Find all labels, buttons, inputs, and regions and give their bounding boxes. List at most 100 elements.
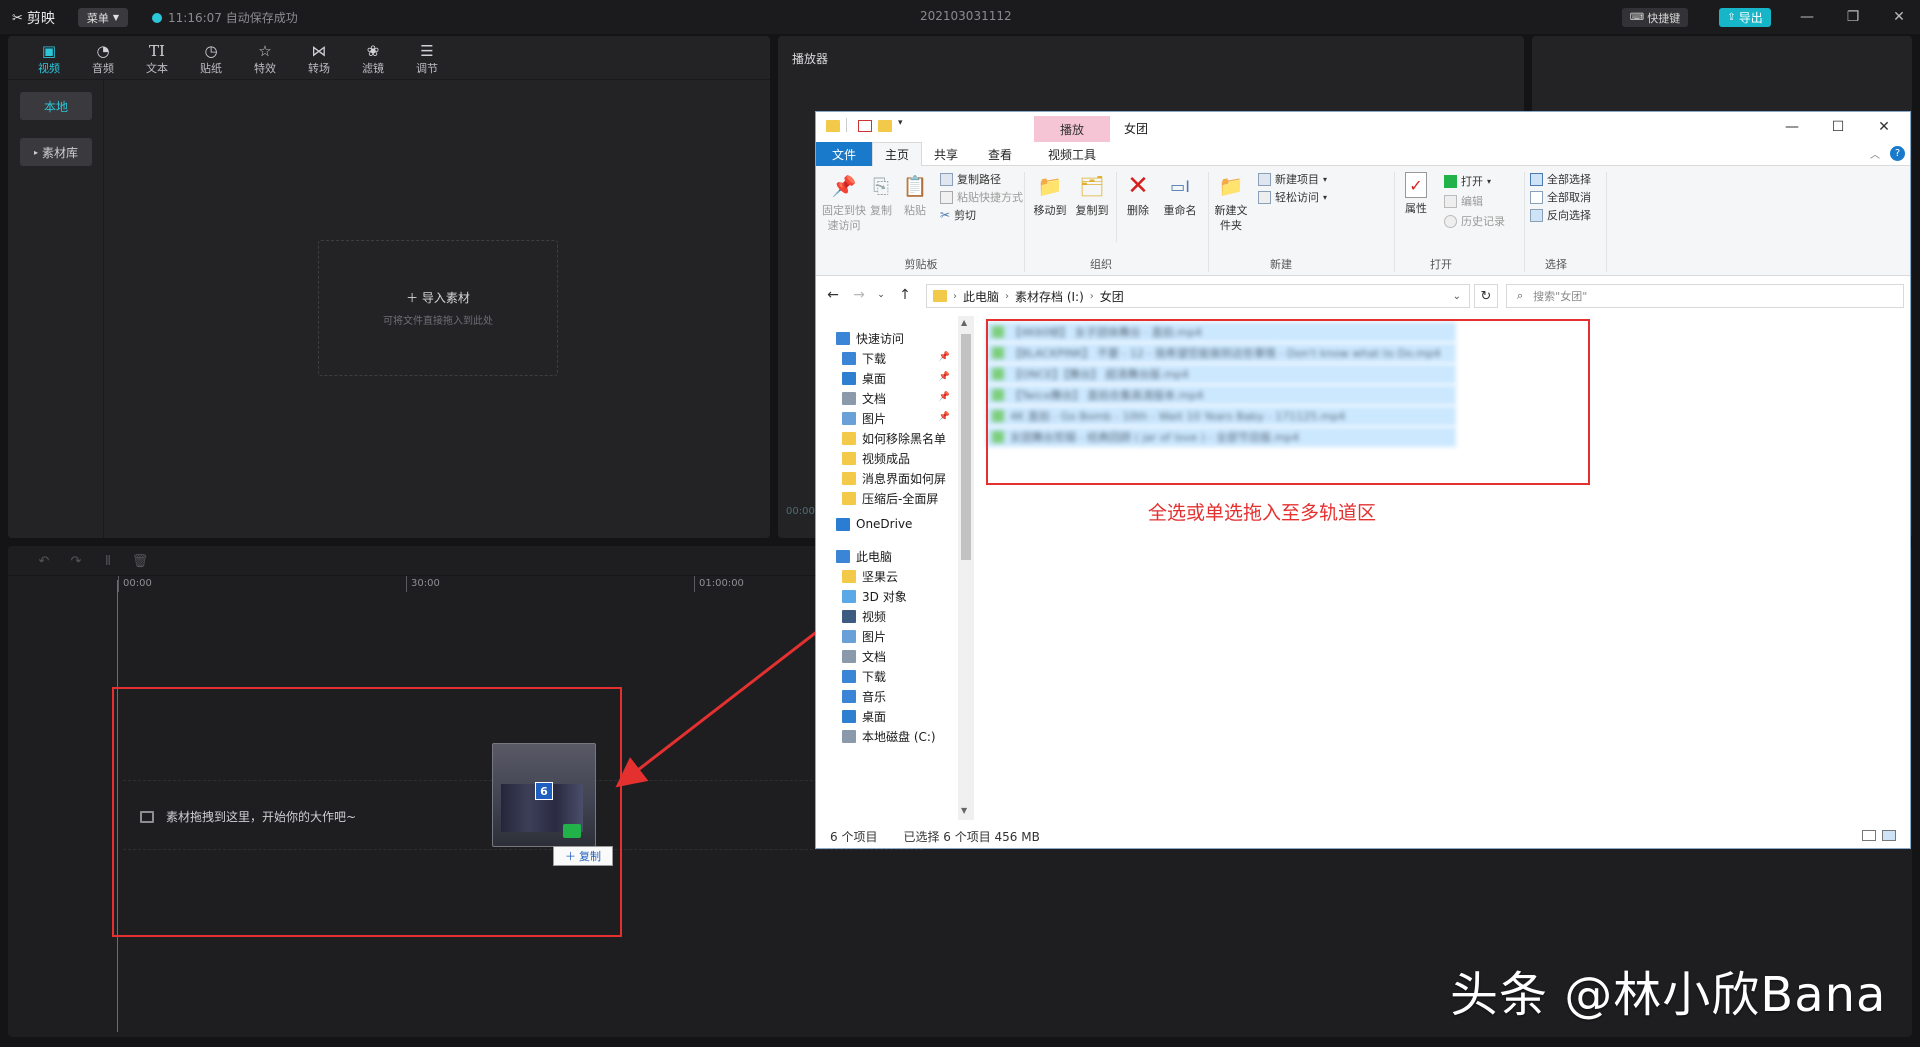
breadcrumb-item[interactable]: 女团 — [1100, 288, 1124, 305]
document-icon — [842, 649, 856, 663]
tab-video-tools[interactable]: 视频工具 — [1034, 142, 1110, 166]
up-icon[interactable]: ↑ — [896, 286, 914, 304]
sidebar-item-7[interactable]: 消息界面如何屏 — [842, 468, 950, 488]
details-view-icon[interactable] — [1862, 830, 1876, 841]
delete-button[interactable]: ✕ 删除 — [1120, 172, 1156, 218]
sidebar-item-17[interactable]: 音乐 — [842, 686, 950, 706]
chevron-right-icon: › — [1089, 290, 1094, 302]
edit-button[interactable]: 编辑 — [1444, 192, 1483, 210]
sidebar-item-14[interactable]: 图片 — [842, 626, 950, 646]
invert-selection-button[interactable]: 反向选择 — [1530, 206, 1591, 224]
sidebar-item-18[interactable]: 桌面 — [842, 706, 950, 726]
paste-icon: 📋 — [902, 173, 928, 198]
new-folder-button[interactable]: 📁 新建文件夹 — [1212, 172, 1250, 233]
delete-label: 删除 — [1127, 204, 1149, 217]
cube-icon — [842, 589, 856, 603]
folder-icon — [842, 569, 856, 583]
pin-quick-access-button[interactable]: 📌 固定到快速访问 — [822, 172, 866, 233]
select-none-button[interactable]: 全部取消 — [1530, 188, 1591, 206]
copy-path-label: 复制路径 — [957, 173, 1001, 186]
sidebar-item-label: 桌面 — [862, 709, 887, 724]
open-label: 打开 — [1461, 175, 1483, 188]
breadcrumb-item[interactable]: 此电脑 — [963, 288, 999, 305]
paste-shortcut-icon — [940, 190, 953, 204]
paste-shortcut-button[interactable]: 粘贴快捷方式 — [940, 188, 1023, 206]
sidebar-item-15[interactable]: 文档 — [842, 646, 950, 666]
sidebar-item-10[interactable]: 此电脑 — [836, 546, 944, 566]
copy-to-icon: 🗂 — [1079, 173, 1105, 198]
scroll-up-icon[interactable]: ▲ — [961, 318, 967, 327]
new-item-label: 新建项目 — [1275, 173, 1319, 186]
refresh-button[interactable]: ↻ — [1474, 284, 1498, 308]
forward-icon[interactable]: → — [850, 286, 868, 304]
sidebar-item-6[interactable]: 视频成品 — [842, 448, 950, 468]
back-icon[interactable]: ← — [824, 286, 842, 304]
sidebar-item-3[interactable]: 文档 📌 — [842, 388, 950, 408]
new-item-button[interactable]: 新建项目 ▾ — [1258, 170, 1327, 188]
maximize-icon[interactable]: ☐ — [1826, 116, 1850, 138]
sidebar-item-2[interactable]: 桌面 📌 — [842, 368, 950, 388]
sidebar-item-19[interactable]: 本地磁盘 (C:) — [842, 726, 950, 746]
new-folder-icon: 📁 — [1218, 173, 1244, 198]
history-label: 历史记录 — [1461, 215, 1505, 228]
chevron-down-icon: ▾ — [1323, 174, 1328, 184]
sidebar-item-16[interactable]: 下载 — [842, 666, 950, 686]
help-icon[interactable]: ? — [1890, 146, 1905, 161]
copy-path-button[interactable]: 复制路径 — [940, 170, 1001, 188]
context-tab-play[interactable]: 播放 — [1034, 116, 1110, 142]
chevron-down-icon[interactable]: ▾ — [898, 118, 903, 128]
paste-button[interactable]: 📋 粘贴 — [900, 172, 930, 218]
sidebar-item-5[interactable]: 如何移除黑名单 — [842, 428, 950, 448]
sidebar-item-label: 此电脑 — [856, 549, 893, 564]
select-all-button[interactable]: 全部选择 — [1530, 170, 1591, 188]
sidebar-item-12[interactable]: 3D 对象 — [842, 586, 950, 606]
history-button[interactable]: 历史记录 — [1444, 212, 1505, 230]
sidebar-item-8[interactable]: 压缩后-全面屏 — [842, 488, 950, 508]
close-icon[interactable]: ✕ — [1872, 116, 1896, 138]
copy-button[interactable]: ⎘ 复制 — [866, 172, 896, 218]
nav-scrollbar[interactable]: ▲ ▼ — [958, 316, 974, 820]
sidebar-item-9[interactable]: OneDrive — [836, 514, 944, 534]
tab-share[interactable]: 共享 — [922, 142, 970, 166]
copy-to-button[interactable]: 🗂 复制到 — [1070, 172, 1114, 218]
sidebar-item-label: 桌面 — [862, 371, 887, 386]
sidebar-item-4[interactable]: 图片 📌 — [842, 408, 950, 428]
sidebar-item-11[interactable]: 坚果云 — [842, 566, 950, 586]
annotation-caption: 全选或单选拖入至多轨道区 — [1148, 502, 1377, 524]
new-folder-quick-icon[interactable] — [878, 120, 892, 132]
chevron-down-icon[interactable]: ⌄ — [1453, 291, 1461, 302]
minimize-icon[interactable]: — — [1780, 116, 1804, 138]
cut-button[interactable]: ✂ 剪切 — [940, 206, 976, 224]
tab-view[interactable]: 查看 — [976, 142, 1024, 166]
ribbon-separator — [1524, 172, 1525, 272]
collapse-ribbon-icon[interactable]: ︿ — [1870, 146, 1880, 161]
delete-x-icon: ✕ — [1127, 170, 1149, 201]
move-to-button[interactable]: 📁 移动到 — [1028, 172, 1072, 218]
open-button[interactable]: 打开 ▾ — [1444, 172, 1491, 190]
scroll-down-icon[interactable]: ▼ — [961, 806, 967, 815]
address-row: ← → ⌄ ↑ › 此电脑 › 素材存档 (I:) › 女团 ⌄ ↻ ⌕ 搜索"… — [816, 276, 1910, 314]
large-icons-view-icon[interactable] — [1882, 830, 1896, 841]
scrollbar-thumb[interactable] — [961, 334, 971, 560]
address-bar[interactable]: › 此电脑 › 素材存档 (I:) › 女团 ⌄ — [926, 284, 1470, 308]
breadcrumb-item[interactable]: 素材存档 (I:) — [1015, 288, 1084, 305]
properties-icon: ✓ — [1405, 172, 1427, 198]
ribbon-separator — [1024, 172, 1025, 272]
tab-home[interactable]: 主页 — [872, 142, 923, 166]
sidebar-item-label: 下载 — [862, 351, 887, 366]
sidebar-item-1[interactable]: 下载 📌 — [842, 348, 950, 368]
sidebar-item-label: 视频成品 — [862, 451, 911, 466]
invert-selection-label: 反向选择 — [1547, 209, 1591, 222]
search-input[interactable]: ⌕ 搜索"女团" — [1506, 284, 1904, 308]
tab-file[interactable]: 文件 — [816, 142, 872, 166]
sidebar-item-0[interactable]: 快速访问 — [836, 328, 944, 348]
recent-locations-icon[interactable]: ⌄ — [872, 286, 890, 304]
ribbon-separator — [1394, 172, 1395, 272]
rename-button[interactable]: ▭I 重命名 — [1158, 172, 1202, 218]
ribbon-tabs: 文件 主页 共享 查看 视频工具 ︿ ? — [816, 142, 1910, 166]
properties-button[interactable]: ✓ 属性 — [1398, 172, 1434, 216]
sidebar-item-13[interactable]: 视频 — [842, 606, 950, 626]
properties-quick-icon[interactable] — [858, 120, 872, 132]
easy-access-button[interactable]: 轻松访问 ▾ — [1258, 188, 1327, 206]
folder-icon — [842, 431, 856, 445]
